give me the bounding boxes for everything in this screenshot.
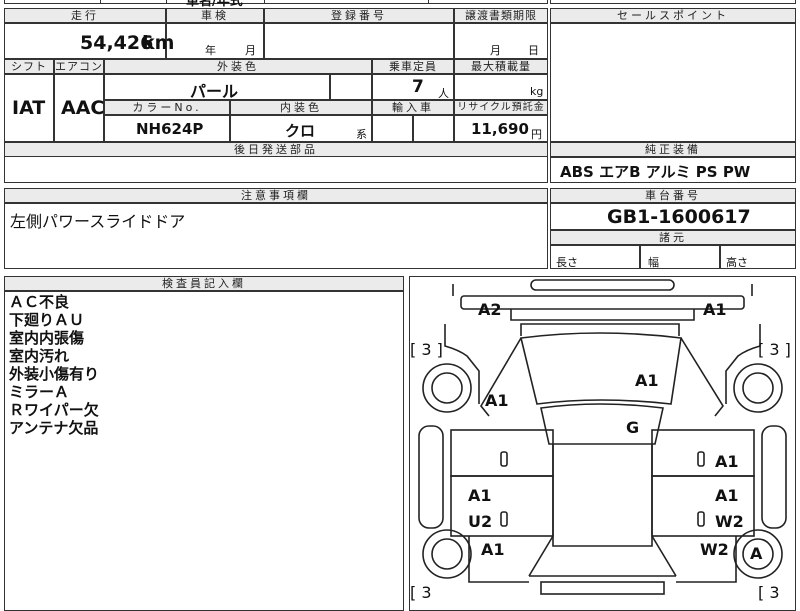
damage-mark-right-rear-door-a: A1 <box>715 486 739 505</box>
exterior-value: パール <box>190 82 239 101</box>
damage-mark-right-front-door: A1 <box>715 452 739 471</box>
dim-length-label: 長さ <box>556 256 578 269</box>
car-diagram <box>418 279 787 595</box>
damage-mark-glass: G <box>626 418 640 437</box>
header-chassis: 車台番号 <box>550 188 796 203</box>
top-partial-right <box>550 0 796 4</box>
interior-suffix: 系 <box>356 128 367 141</box>
recycle-unit: 円 <box>531 128 542 141</box>
inspector-note: ミラーＡ <box>9 383 70 401</box>
inspector-notes: ＡＣ不良 下廻りＡＵ 室内内張傷 室内汚れ 外装小傷有り ミラーＡ Ｒワイパー欠… <box>9 293 399 437</box>
top-partial-row <box>4 0 548 4</box>
top-partial-divider <box>428 0 429 4</box>
header-inspection: 車検 <box>166 8 264 23</box>
header-exterior-color: 外装色 <box>104 59 372 74</box>
header-mileage: 走行 <box>4 8 166 23</box>
damage-count-right-top: [ 3 ] <box>758 340 791 359</box>
header-recycle: リサイクル預託金 <box>454 100 548 115</box>
capacity-value: 7 <box>412 77 424 97</box>
inspector-note: 外装小傷有り <box>9 365 100 383</box>
dim-height-label: 高さ <box>726 256 748 269</box>
top-partial-divider <box>166 0 167 4</box>
damage-mark-right-rear-fender: W2 <box>700 540 729 559</box>
inspector-note: 下廻りＡＵ <box>9 311 85 329</box>
damage-mark-right-rear-door-w: W2 <box>715 512 744 531</box>
caution-value: 左側パワースライドドア <box>10 212 186 231</box>
damage-count-left-top: [ 3 ] <box>410 340 443 359</box>
header-sales-point: セールスポイント <box>550 8 796 23</box>
inspector-note: ＡＣ不良 <box>9 293 70 311</box>
header-caution: 注意事項欄 <box>4 188 548 203</box>
deadline-day-unit: 日 <box>528 44 539 57</box>
color-no-value: NH624P <box>136 120 204 138</box>
inspector-note: Ｒワイパー欠 <box>9 401 99 419</box>
header-dimensions: 諸元 <box>550 230 796 245</box>
header-import: 輸入車 <box>372 100 454 115</box>
cell-import-b <box>413 115 454 142</box>
cell-import-a <box>372 115 413 142</box>
inspector-note: 室内内張傷 <box>9 329 85 347</box>
cell-registration <box>264 23 454 59</box>
damage-mark-left-rear-door-u: U2 <box>468 512 493 531</box>
damage-mark-left-rear-door-a: A1 <box>468 486 492 505</box>
capacity-unit: 人 <box>438 87 449 100</box>
header-inspector: 検査員記入欄 <box>4 276 404 291</box>
damage-mark-right-rear-wheel: A <box>750 544 763 563</box>
load-unit: kg <box>530 85 544 98</box>
header-aircon: エアコン <box>54 59 104 74</box>
header-interior-color: 内装色 <box>230 100 372 115</box>
inspection-year-unit: 年 <box>205 44 216 57</box>
header-shift: シフト <box>4 59 54 74</box>
top-partial-divider <box>264 0 265 4</box>
damage-mark-front-left: A2 <box>478 300 502 319</box>
header-registration: 登録番号 <box>264 8 454 23</box>
damage-count-right-bottom: [ 3 <box>758 583 780 602</box>
interior-value: クロ <box>285 122 316 140</box>
chassis-value: GB1-1600617 <box>607 206 751 228</box>
inspector-note: アンテナ欠品 <box>9 419 99 437</box>
cell-exterior-suffix <box>330 74 372 100</box>
standard-equipment-value: ABS エアB アルミ PS PW <box>560 163 751 181</box>
damage-mark-left-rear-fender: A1 <box>481 540 505 559</box>
damage-count-left-bottom: [ 3 <box>410 583 432 602</box>
deadline-month-unit: 月 <box>490 44 501 57</box>
damage-mark-left-front-fender: A1 <box>485 391 509 410</box>
header-transfer-deadline: 譲渡書類期限 <box>454 8 548 23</box>
header-color-no: カラーNo. <box>104 100 230 115</box>
aircon-value: AAC <box>61 97 105 119</box>
sales-point-box <box>550 23 796 142</box>
inspector-note: 室内汚れ <box>9 347 70 365</box>
header-standard-equipment: 純正装備 <box>550 142 796 157</box>
inspection-month-unit: 月 <box>245 44 256 57</box>
damage-mark-front-right: A1 <box>703 300 727 319</box>
top-partial-divider <box>100 0 101 4</box>
header-later-parts: 後日発送部品 <box>4 142 548 157</box>
header-max-load: 最大積載量 <box>454 59 548 74</box>
shift-value: IAT <box>12 97 46 119</box>
recycle-value: 11,690 <box>471 120 529 138</box>
dim-width-label: 幅 <box>648 256 659 269</box>
header-capacity: 乗車定員 <box>372 59 454 74</box>
damage-mark-roof: A1 <box>635 371 659 390</box>
